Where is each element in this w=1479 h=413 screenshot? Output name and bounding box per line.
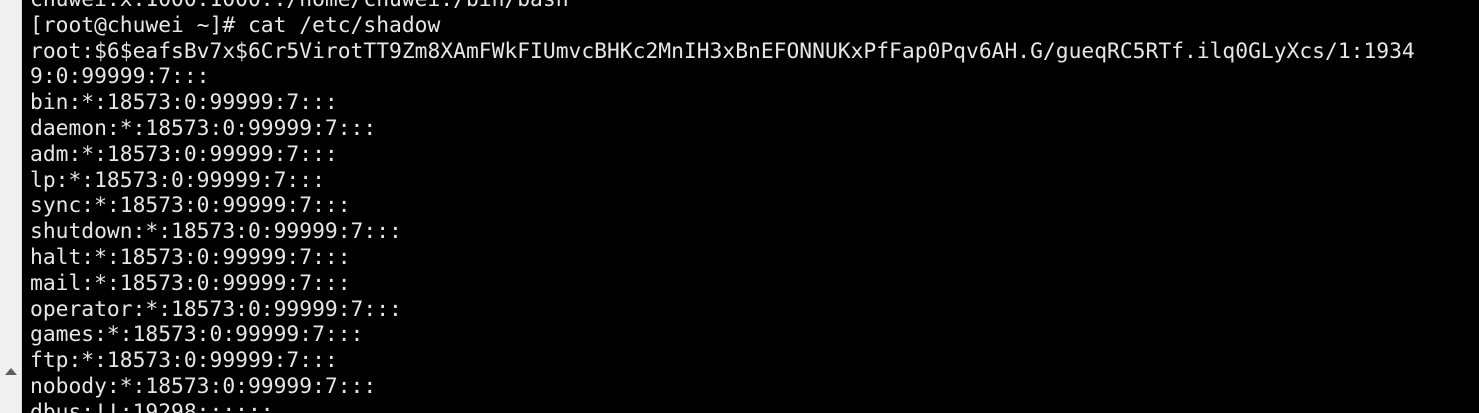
terminal-line: nobody:*:18573:0:99999:7::: xyxy=(30,373,377,399)
terminal-line: chuwei:x:1000:1000::/home/chuwei:/bin/ba… xyxy=(30,0,1415,13)
terminal-line: ftp:*:18573:0:99999:7::: xyxy=(30,348,338,374)
vertical-scrollbar[interactable] xyxy=(0,0,22,413)
scroll-up-arrow-icon[interactable] xyxy=(5,368,17,375)
terminal-line: root:$6$eafsBv7x$6Cr5VirotTT9Zm8XAmFWkFI… xyxy=(30,38,1415,64)
terminal-line: bin:*:18573:0:99999:7::: xyxy=(30,90,338,116)
terminal-line: daemon:*:18573:0:99999:7::: xyxy=(30,115,377,141)
terminal-line: 9:0:99999:7::: xyxy=(30,64,210,90)
terminal-line: dbus:!!:19298:::::: xyxy=(30,399,274,413)
terminal-line: sync:*:18573:0:99999:7::: xyxy=(30,193,351,219)
terminal-line: adm:*:18573:0:99999:7::: xyxy=(30,141,338,167)
terminal-window[interactable]: chuwei:x:1000:1000::/home/chuwei:/bin/ba… xyxy=(22,0,1479,413)
terminal-line: games:*:18573:0:99999:7::: xyxy=(30,322,364,348)
terminal-line: mail:*:18573:0:99999:7::: xyxy=(30,270,351,296)
terminal-line: operator:*:18573:0:99999:7::: xyxy=(30,296,402,322)
terminal-line: halt:*:18573:0:99999:7::: xyxy=(30,244,351,270)
terminal-line-prompt-command: [root@chuwei ~]# cat /etc/shadow xyxy=(30,12,441,38)
terminal-line: lp:*:18573:0:99999:7::: xyxy=(30,167,325,193)
terminal-line: shutdown:*:18573:0:99999:7::: xyxy=(30,219,402,245)
terminal-output: chuwei:x:1000:1000::/home/chuwei:/bin/ba… xyxy=(30,0,1415,413)
